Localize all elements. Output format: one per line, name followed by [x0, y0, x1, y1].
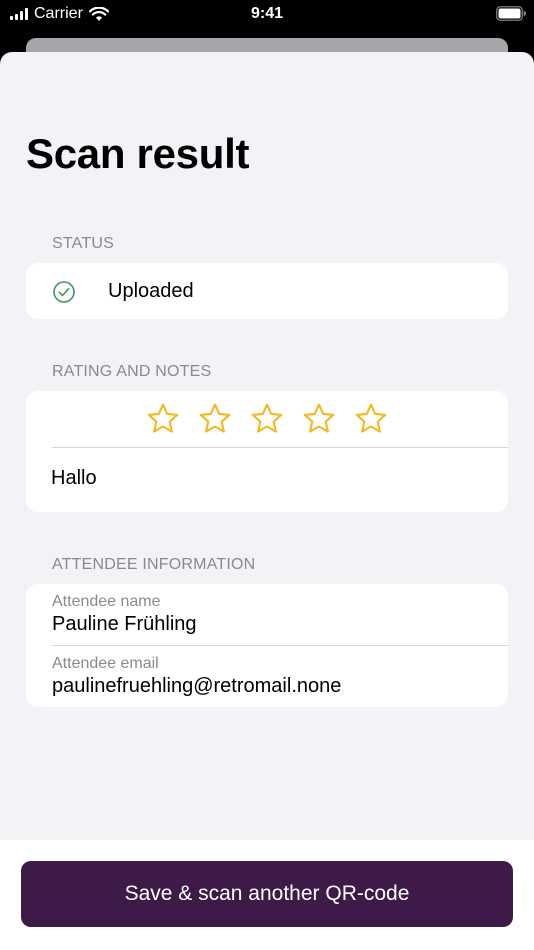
status-section-header: STATUS: [52, 235, 114, 252]
divider: [52, 447, 508, 448]
save-and-scan-button[interactable]: Save & scan another QR-code: [21, 861, 513, 927]
status-row: Uploaded: [26, 263, 508, 319]
attendee-group: Attendee name Pauline Frühling Attendee …: [26, 584, 508, 707]
attendee-name-label: Attendee name: [52, 593, 161, 610]
status-bar: Carrier 9:41: [0, 0, 534, 32]
clock: 9:41: [250, 5, 284, 22]
scan-result-sheet: Scan result STATUS Uploaded RATING AND N…: [0, 52, 534, 950]
divider: [52, 645, 508, 646]
star-rating: [26, 391, 508, 447]
attendee-name-value: Pauline Frühling: [52, 613, 197, 635]
status-value: Uploaded: [108, 280, 194, 302]
status-group: Uploaded: [26, 263, 508, 319]
bottom-action-bar: Save & scan another QR-code: [0, 840, 534, 950]
page-title: Scan result: [26, 130, 250, 177]
star-outline-icon[interactable]: [353, 401, 389, 437]
star-outline-icon[interactable]: [145, 401, 181, 437]
notes-field[interactable]: Hallo: [51, 467, 97, 490]
rating-notes-group: Hallo: [26, 391, 508, 512]
battery-icon: [496, 6, 526, 21]
star-outline-icon[interactable]: [197, 401, 233, 437]
rating-section-header: RATING AND NOTES: [52, 363, 212, 380]
star-outline-icon[interactable]: [301, 401, 337, 437]
attendee-email-label: Attendee email: [52, 655, 159, 672]
check-circle-icon: [53, 281, 75, 303]
star-outline-icon[interactable]: [249, 401, 285, 437]
attendee-email-value: paulinefruehling@retromail.none: [52, 675, 342, 697]
attendee-section-header: ATTENDEE INFORMATION: [52, 556, 256, 573]
